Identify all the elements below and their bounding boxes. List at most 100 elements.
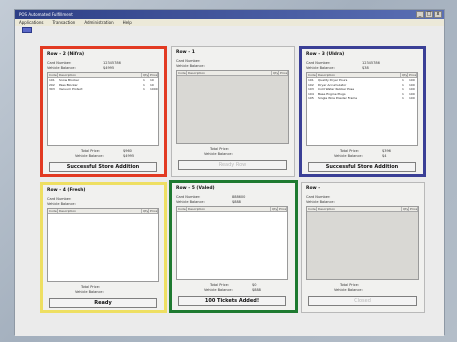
balance-after-label: Vehicle Balance: — [204, 152, 233, 156]
vehicle-balance-label: Vehicle Balance: — [176, 64, 205, 68]
column-header[interactable]: Qty — [401, 73, 408, 77]
column-header[interactable]: Price — [279, 71, 288, 75]
column-header[interactable]: Price — [278, 207, 287, 211]
column-header[interactable]: Price — [409, 207, 418, 211]
lane-title: Row - 2 (Nifra) — [47, 52, 85, 57]
column-header[interactable]: Code — [48, 73, 58, 77]
balance-after-value: $4995 — [123, 154, 135, 158]
total-price-label: Total Price: — [340, 283, 360, 287]
list-item[interactable]: 303 Vacuum Protect 1 1000 — [48, 87, 158, 92]
vehicle-balance-label: Vehicle Balance: — [176, 200, 205, 204]
menu-administration[interactable]: Administration — [84, 19, 113, 26]
vehicle-balance-label: Vehicle Balance: — [47, 66, 76, 70]
list-cell: 100 — [409, 96, 415, 100]
items-list-header: Code Description Qty Price — [177, 207, 287, 212]
balance-after-value: $4 — [382, 154, 387, 158]
lane-status-button[interactable]: Successful Store Addition — [308, 162, 416, 172]
items-listbox[interactable]: Code Description Qty Price — [306, 206, 419, 280]
menu-applications[interactable]: Applications — [19, 19, 43, 26]
balance-after-label: Vehicle Balance: — [204, 288, 233, 292]
column-header[interactable]: Code — [177, 71, 187, 75]
column-header[interactable]: Qty — [402, 207, 409, 211]
minimize-button[interactable]: _ — [416, 11, 424, 18]
balance-after-value: $888 — [252, 288, 261, 292]
column-header[interactable]: Description — [317, 73, 401, 77]
total-price-value: $0 — [252, 283, 257, 287]
column-header[interactable]: Description — [58, 73, 142, 77]
lane-panel-3: Row - 3 (Uldra) Card Number: 12345786 Vehic… — [299, 46, 426, 177]
vehicle-balance-value: $38 — [362, 66, 369, 70]
list-cell: 1000 — [150, 87, 158, 91]
list-cell: 105 — [308, 96, 314, 100]
items-listbox[interactable]: Code Description Qty Price — [176, 206, 288, 280]
total-price-label: Total Price: — [81, 285, 101, 289]
list-item[interactable]: 105 Single Wire Powder Frame 1 100 — [307, 96, 417, 101]
column-header[interactable]: Price — [149, 73, 158, 77]
total-price-label: Total Price: — [340, 149, 360, 153]
lane-panel-5: Row - 5 (Valed) Card Number: 888600 Vehicle… — [169, 180, 298, 313]
lane-title: Row - 5 (Valed) — [176, 186, 215, 191]
column-header[interactable]: Price — [408, 73, 417, 77]
balance-after-label: Vehicle Balance: — [334, 288, 363, 292]
lane-status-button[interactable]: 100 Tickets Added! — [178, 296, 286, 306]
card-number-label: Card Number: — [47, 197, 72, 201]
balance-after-label: Vehicle Balance: — [75, 154, 104, 158]
lane-status-button[interactable]: Closed — [308, 296, 417, 306]
card-number-value: 888600 — [232, 195, 246, 199]
column-header[interactable]: Code — [177, 207, 187, 211]
list-cell: 303 — [49, 87, 55, 91]
column-header[interactable]: Qty — [142, 209, 149, 213]
vehicle-balance-label: Vehicle Balance: — [47, 202, 76, 206]
list-cell: 1 — [143, 87, 145, 91]
items-listbox[interactable]: Code Description Qty Price 101 Snow Blocker 1 1… — [47, 72, 159, 146]
selected-tab-marker[interactable] — [22, 27, 32, 33]
column-header[interactable]: Description — [58, 209, 142, 213]
balance-after-label: Vehicle Balance: — [334, 154, 363, 158]
total-price-label: Total Price: — [81, 149, 101, 153]
items-listbox[interactable]: Code Description Qty Price — [47, 208, 159, 282]
lane-title: Row - 3 (Uldra) — [306, 52, 345, 57]
column-header[interactable]: Code — [48, 209, 58, 213]
lane-panel-1: Row - 1 Card Number: Vehicle Balance: Code D… — [171, 46, 295, 177]
vehicle-balance-label: Vehicle Balance: — [306, 200, 335, 204]
maximize-button[interactable]: □ — [425, 11, 433, 18]
menu-transaction[interactable]: Transaction — [52, 19, 75, 26]
card-number-value: 12345786 — [362, 61, 380, 65]
balance-after-label: Vehicle Balance: — [75, 290, 104, 294]
items-list-header: Code Description Qty Price — [307, 207, 418, 212]
lane-panel-6: Row - Card Number: Vehicle Balance: Code Des… — [301, 182, 425, 313]
column-header[interactable]: Qty — [272, 71, 279, 75]
lane-status-button[interactable]: Ready — [49, 298, 157, 308]
column-header[interactable]: Code — [307, 73, 317, 77]
column-header[interactable]: Description — [187, 207, 271, 211]
card-number-label: Card Number: — [47, 61, 72, 65]
lane-status-button[interactable]: Ready Row — [178, 160, 287, 170]
column-header[interactable]: Qty — [142, 73, 149, 77]
total-price-label: Total Price: — [210, 147, 230, 151]
total-price-value: $960 — [123, 149, 132, 153]
column-header[interactable]: Qty — [271, 207, 278, 211]
column-header[interactable]: Price — [149, 209, 158, 213]
column-header[interactable]: Description — [187, 71, 272, 75]
items-listbox[interactable]: Code Description Qty Price 101 Quality Dryer … — [306, 72, 418, 146]
lane-title: Row - 4 (Fresh) — [47, 188, 86, 193]
column-header[interactable]: Description — [317, 207, 402, 211]
card-number-value: 12345786 — [103, 61, 121, 65]
card-number-label: Card Number: — [176, 59, 201, 63]
list-cell: 1 — [402, 96, 404, 100]
lane-panel-2: Row - 2 (Nifra) Card Number: 12345786 Vehic… — [40, 46, 167, 177]
close-button[interactable]: x — [434, 11, 442, 18]
menu-help[interactable]: Help — [123, 19, 132, 26]
items-list-header: Code Description Qty Price — [177, 71, 288, 76]
vehicle-balance-value: $888 — [232, 200, 241, 204]
column-header[interactable]: Code — [307, 207, 317, 211]
title-bar: POS Automated Fulfillment _ □ x — [15, 10, 444, 19]
card-number-label: Card Number: — [176, 195, 201, 199]
lane-status-button[interactable]: Successful Store Addition — [49, 162, 157, 172]
total-price-value: $396 — [382, 149, 391, 153]
list-cell: Single Wire Powder Frame — [318, 96, 358, 100]
lane-title: Row - — [306, 186, 321, 191]
lane-panel-4: Row - 4 (Fresh) Card Number: Vehicle Balan… — [40, 182, 167, 313]
items-list-header: Code Description Qty Price — [48, 209, 158, 214]
items-listbox[interactable]: Code Description Qty Price — [176, 70, 289, 144]
